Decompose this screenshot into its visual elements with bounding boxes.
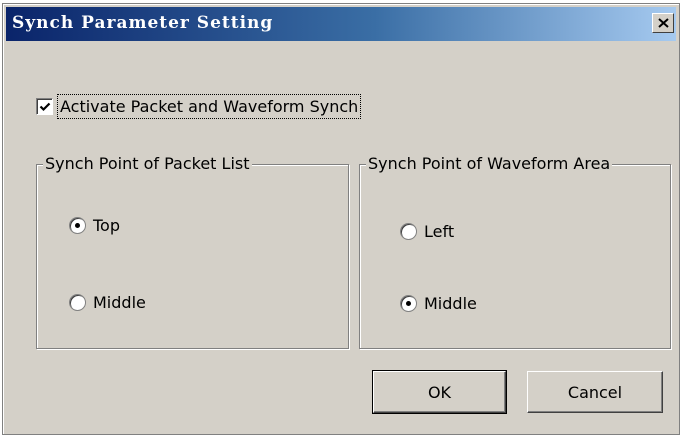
waveform-left-label[interactable]: Left [424,222,454,241]
packet-top-label[interactable]: Top [93,216,120,235]
waveform-group-title: Synch Point of Waveform Area [366,154,613,173]
packet-list-synch-group: Synch Point of Packet List Top Middle [36,154,349,349]
waveform-option-middle[interactable]: Middle [400,294,477,313]
packet-option-middle[interactable]: Middle [69,293,146,312]
close-button[interactable] [652,13,674,33]
ok-button[interactable]: OK [372,370,507,414]
activate-synch-row[interactable]: Activate Packet and Waveform Synch [36,91,362,121]
packet-middle-label[interactable]: Middle [93,293,146,312]
radio-selected-dot [75,223,80,228]
waveform-option-left[interactable]: Left [400,222,454,241]
title-bar[interactable]: Synch Parameter Setting [6,7,676,41]
window-title: Synch Parameter Setting [12,13,274,33]
close-icon [658,18,669,28]
packet-middle-radio[interactable] [69,294,86,311]
activate-synch-label[interactable]: Activate Packet and Waveform Synch [57,93,362,119]
waveform-middle-radio[interactable] [400,295,417,312]
cancel-button[interactable]: Cancel [527,371,663,413]
waveform-middle-label[interactable]: Middle [424,294,477,313]
synch-parameter-dialog: Synch Parameter Setting Activate Packet … [2,3,680,435]
activate-synch-checkbox[interactable] [36,97,53,115]
waveform-left-radio[interactable] [400,223,417,240]
radio-selected-dot [406,301,411,306]
packet-top-radio[interactable] [69,217,86,234]
checkmark-icon [39,102,51,111]
waveform-area-synch-group: Synch Point of Waveform Area Left Middle [359,154,671,349]
packet-option-top[interactable]: Top [69,216,120,235]
packet-list-group-title: Synch Point of Packet List [43,154,252,173]
